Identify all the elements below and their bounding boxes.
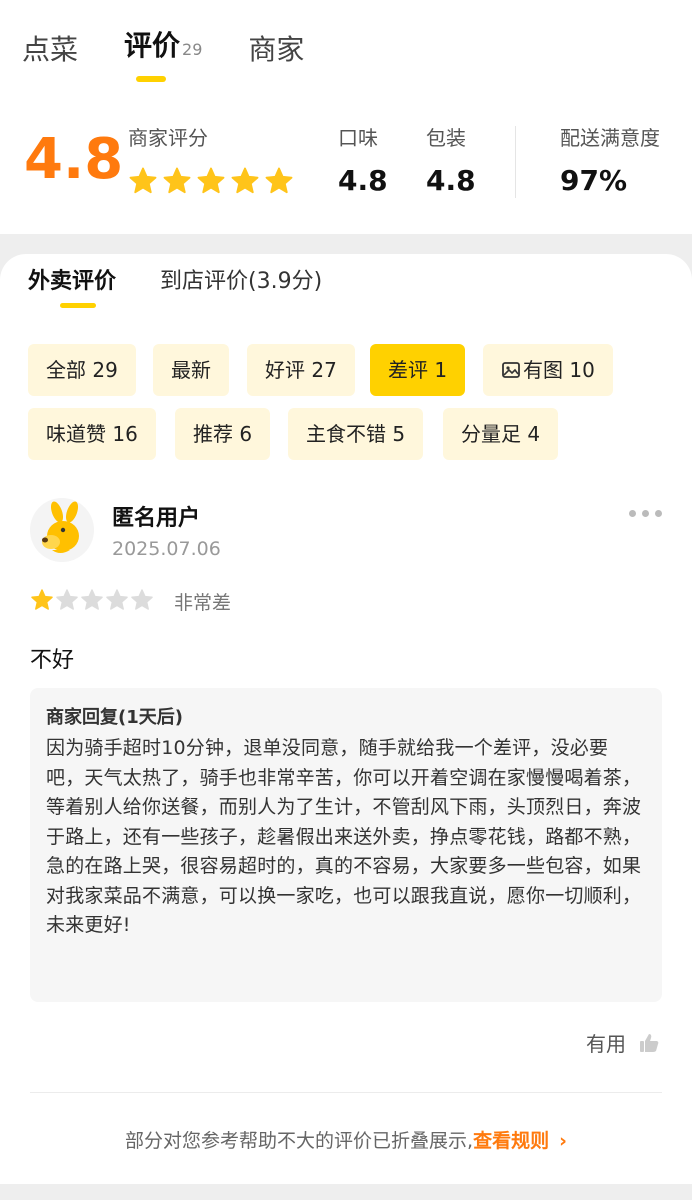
- packaging-score-value: 4.8: [426, 164, 476, 197]
- useful-button[interactable]: 有用: [586, 1028, 660, 1057]
- avatar: [30, 498, 94, 562]
- delivery-score-label: 配送满意度: [560, 126, 660, 150]
- chip-latest[interactable]: 最新: [153, 344, 229, 396]
- taste-score-value: 4.8: [338, 164, 388, 197]
- merchant-score-stars: [128, 166, 298, 196]
- view-rules-link[interactable]: 查看规则: [473, 1130, 549, 1152]
- more-options-icon[interactable]: [623, 510, 662, 517]
- thumbs-up-icon: [640, 1033, 659, 1052]
- review-content: 不好: [30, 648, 75, 673]
- reply-title: 商家回复(1天后): [46, 707, 183, 728]
- star-icon: [196, 166, 226, 196]
- rating-text: 非常差: [174, 592, 232, 614]
- review-rating-stars: [30, 588, 155, 612]
- chip-large-portion[interactable]: 分量足 4: [443, 408, 559, 460]
- top-tabs: 点菜 评价 29 商家: [22, 26, 350, 82]
- tab-dine-in-reviews[interactable]: 到店评价(3.9分): [160, 266, 322, 298]
- merchant-reply: 商家回复(1天后) 因为骑手超时10分钟，退单没同意，随手就给我一个差评，没必要…: [30, 688, 662, 1002]
- star-icon: [264, 166, 294, 196]
- chip-with-photos[interactable]: 有图 10: [483, 344, 613, 396]
- star-empty-icon: [55, 588, 79, 612]
- chip-negative[interactable]: 差评 1: [370, 344, 466, 396]
- chip-good-staple[interactable]: 主食不错 5: [288, 408, 424, 460]
- kangaroo-avatar-icon: [42, 501, 79, 553]
- tab-delivery-reviews[interactable]: 外卖评价: [28, 266, 116, 308]
- image-icon: [502, 362, 520, 378]
- chip-recommend[interactable]: 推荐 6: [175, 408, 271, 460]
- active-tab-indicator: [60, 303, 96, 308]
- star-empty-icon: [80, 588, 104, 612]
- chip-tasty[interactable]: 味道赞 16: [28, 408, 156, 460]
- chip-positive[interactable]: 好评 27: [247, 344, 355, 396]
- star-empty-icon: [130, 588, 154, 612]
- star-empty-icon: [105, 588, 129, 612]
- reviews-card: 外卖评价 到店评价(3.9分) 全部 29 最新 好评 27 差评 1 有图 1…: [0, 254, 692, 1184]
- taste-score-label: 口味: [338, 126, 378, 150]
- merchant-score-label: 商家评分: [128, 126, 208, 150]
- tab-merchant[interactable]: 商家: [248, 30, 304, 70]
- review-type-tabs: 外卖评价 到店评价(3.9分): [28, 266, 366, 308]
- chevron-right-icon[interactable]: ›: [559, 1130, 567, 1152]
- review-date: 2025.07.06: [112, 538, 221, 560]
- divider: [30, 1092, 662, 1093]
- folded-reviews-notice: 部分对您参考帮助不大的评价已折叠展示,查看规则 ›: [125, 1130, 567, 1152]
- star-icon: [162, 166, 192, 196]
- review-count: 29: [182, 40, 203, 59]
- tab-reviews[interactable]: 评价 29: [124, 26, 203, 82]
- shop-header-card: 点菜 评价 29 商家 4.8 商家评分 口味 4.8 包装 4.8 配送满意度 …: [0, 0, 692, 234]
- star-icon: [128, 166, 158, 196]
- reply-body: 因为骑手超时10分钟，退单没同意，随手就给我一个差评，没必要吧，天气太热了，骑手…: [46, 737, 642, 936]
- active-tab-indicator: [136, 76, 167, 82]
- star-icon: [230, 166, 260, 196]
- tab-menu[interactable]: 点菜: [22, 30, 78, 70]
- divider: [515, 126, 516, 198]
- delivery-score-value: 97%: [560, 164, 628, 197]
- star-filled-icon: [30, 588, 54, 612]
- reviewer-name: 匿名用户: [112, 506, 201, 531]
- merchant-score-value: 4.8: [24, 127, 124, 192]
- chip-all[interactable]: 全部 29: [28, 344, 136, 396]
- packaging-score-label: 包装: [426, 126, 466, 150]
